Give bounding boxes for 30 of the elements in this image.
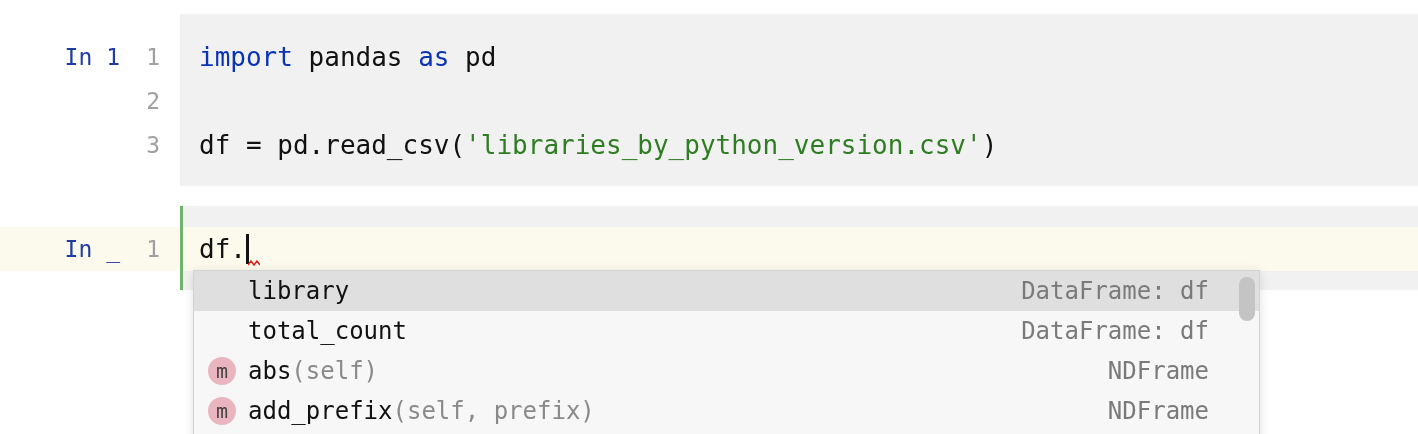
code-text: ) xyxy=(981,130,998,160)
line-number: 3 xyxy=(146,132,160,158)
completion-type: NDFrame xyxy=(1107,397,1209,425)
cell-prompt: In _ xyxy=(64,236,120,262)
cell-prompt: In 1 xyxy=(64,44,120,70)
completion-name: total_count xyxy=(248,317,407,345)
code-keyword: as xyxy=(418,42,450,72)
line-number: 1 xyxy=(146,44,160,70)
code-text: pd xyxy=(464,42,497,72)
completion-item[interactable]: total_count DataFrame: df xyxy=(194,311,1259,351)
completion-params: (self, prefix) xyxy=(392,397,595,425)
code-keyword: import xyxy=(199,42,293,72)
method-icon: m xyxy=(208,357,236,385)
code-text: pandas xyxy=(307,42,404,72)
code-text: df. xyxy=(199,234,246,264)
completion-type: DataFrame: df xyxy=(1021,317,1209,345)
completion-item[interactable]: m abs(self) NDFrame xyxy=(194,351,1259,391)
completion-name: abs xyxy=(248,357,292,385)
scrollbar-thumb[interactable] xyxy=(1239,277,1255,321)
completion-name: add_prefix xyxy=(248,397,393,425)
completion-item[interactable]: library DataFrame: df xyxy=(194,271,1259,311)
method-icon: m xyxy=(208,397,236,425)
line-number: 2 xyxy=(146,88,160,114)
code-text: df = pd.read_csv( xyxy=(199,130,466,160)
completion-type: NDFrame xyxy=(1107,357,1209,385)
code-cell[interactable]: import pandas as pd df = pd.read_csv('libraries_by_python_version.csv') xyxy=(180,14,1418,186)
line-number: 1 xyxy=(146,236,160,262)
code-string: 'libraries_by_python_version.csv' xyxy=(465,130,982,160)
completion-params: (self) xyxy=(291,357,379,385)
completion-item[interactable]: m add_prefix(self, prefix) NDFrame xyxy=(194,391,1259,431)
